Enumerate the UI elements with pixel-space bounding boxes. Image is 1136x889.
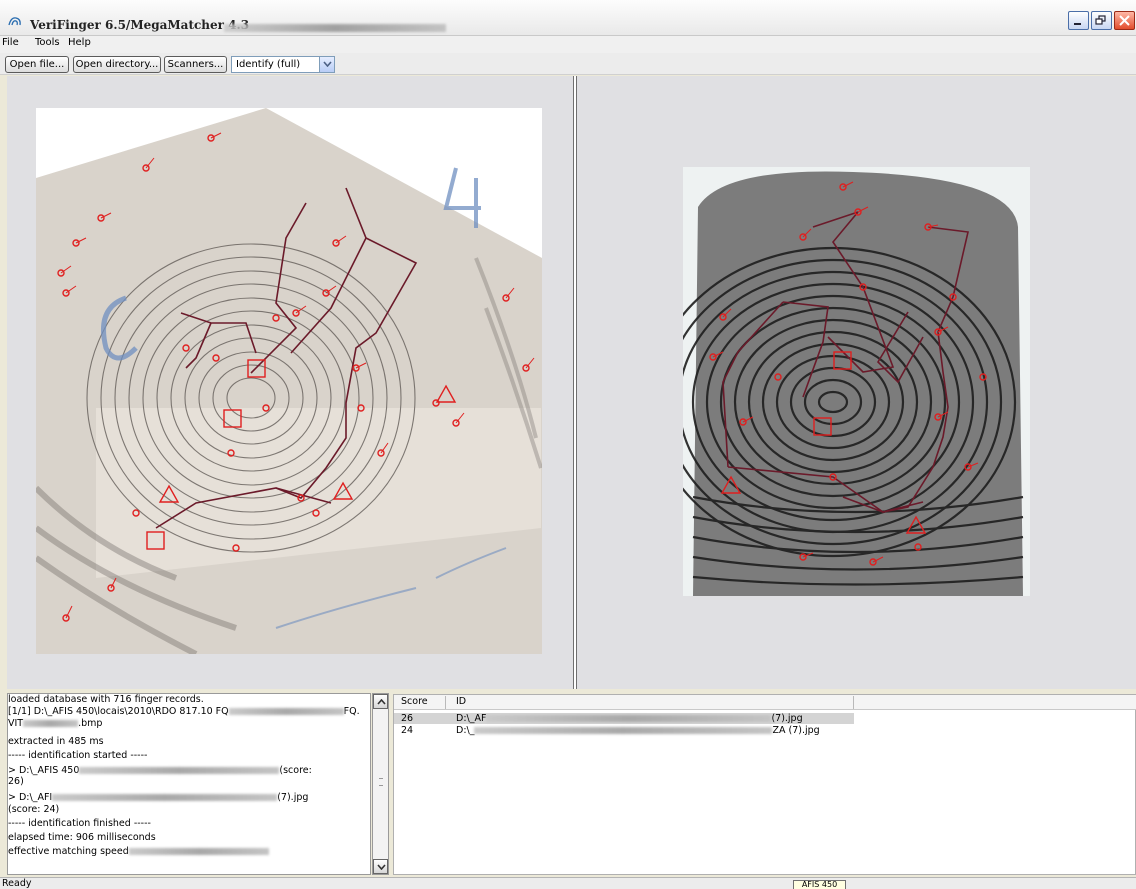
reference-fingerprint-graphic — [683, 167, 1030, 596]
restore-button[interactable] — [1091, 11, 1112, 30]
menu-bar: File Tools Help — [0, 36, 1136, 53]
latent-print-view[interactable] — [7, 76, 573, 689]
window-title: VeriFinger 6.5/MegaMatcher 4.3 — [30, 18, 250, 32]
table-row[interactable]: 26 D:\_AF (7).jpg — [394, 713, 854, 724]
open-file-button[interactable]: Open file... — [5, 56, 69, 73]
log-line: [1/1] D:\_AFIS 450\locais\2010\RDO 817.1… — [8, 706, 360, 717]
redacted-title-text — [224, 24, 446, 32]
log-line: 26) — [8, 776, 24, 787]
open-directory-button[interactable]: Open directory... — [73, 56, 161, 73]
log-line: ----- identification started ----- — [8, 750, 148, 761]
latent-fingerprint-image — [36, 108, 542, 654]
log-line: ----- identification finished ----- — [8, 818, 151, 829]
log-line: VIT .bmp — [8, 718, 103, 729]
log-line: elapsed time: 906 milliseconds — [8, 832, 156, 843]
scroll-down-button[interactable] — [373, 859, 388, 874]
log-line: effective matching speed — [8, 846, 269, 857]
status-text: Ready — [2, 878, 32, 889]
menu-tools[interactable]: Tools — [35, 37, 60, 48]
minimize-button[interactable] — [1068, 11, 1089, 30]
results-table[interactable]: Score ID 26 D:\_AF (7).jpg 24 D:\_ ZA (7).… — [393, 694, 1136, 875]
redacted-text — [228, 708, 344, 715]
redacted-text — [52, 794, 278, 801]
close-button[interactable] — [1114, 11, 1135, 30]
table-row[interactable]: 24 D:\_ ZA (7).jpg — [394, 725, 854, 736]
latent-fingerprint-graphic — [36, 108, 542, 654]
chevron-down-icon — [377, 864, 386, 870]
id-cell: D:\_AF (7).jpg — [456, 713, 803, 724]
log-scrollbar[interactable] — [372, 693, 389, 875]
reference-fingerprint-image — [683, 167, 1030, 596]
column-divider[interactable] — [853, 696, 854, 709]
id-cell: D:\_ ZA (7).jpg — [456, 725, 820, 736]
redacted-text — [23, 720, 79, 727]
fingerprint-app-icon — [8, 17, 21, 26]
redacted-text — [486, 715, 772, 722]
log-line: > D:\_AFIS 450 (score: — [8, 765, 312, 776]
close-icon — [1119, 15, 1130, 26]
scroll-thumb-grip[interactable] — [379, 778, 383, 786]
minimize-icon — [1074, 23, 1081, 25]
score-cell: 26 — [401, 713, 414, 724]
redacted-text — [128, 848, 269, 855]
chevron-down-icon[interactable] — [319, 57, 334, 72]
menu-file[interactable]: File — [2, 37, 19, 48]
reference-print-view[interactable] — [577, 76, 1136, 689]
scanners-button[interactable]: Scanners... — [164, 56, 227, 73]
redacted-text — [474, 727, 773, 734]
score-cell: 24 — [401, 725, 414, 736]
mode-select[interactable]: Identify (full) — [231, 56, 335, 73]
menu-help[interactable]: Help — [68, 37, 91, 48]
status-bar: Ready AFIS 450 — [0, 877, 1136, 889]
mode-select-value: Identify (full) — [236, 59, 301, 70]
column-header-score[interactable]: Score — [401, 696, 428, 707]
log-panel[interactable]: loaded database with 716 finger records.… — [7, 693, 371, 875]
scroll-up-button[interactable] — [373, 694, 388, 709]
redacted-text — [79, 767, 280, 774]
log-line: loaded database with 716 finger records. — [8, 694, 204, 705]
title-bar: VeriFinger 6.5/MegaMatcher 4.3 — [0, 0, 1136, 36]
chevron-up-icon — [377, 699, 386, 705]
toolbar: Open file... Open directory... Scanners.… — [0, 53, 1136, 75]
log-line: > D:\_AFI (7).jpg — [8, 792, 309, 803]
log-line: extracted in 485 ms — [8, 736, 104, 747]
restore-icon — [1095, 15, 1106, 25]
column-divider[interactable] — [445, 696, 446, 709]
log-line: (score: 24) — [8, 804, 60, 815]
results-header: Score ID — [394, 695, 1136, 710]
database-badge: AFIS 450 — [793, 880, 846, 889]
column-header-id[interactable]: ID — [456, 696, 466, 707]
